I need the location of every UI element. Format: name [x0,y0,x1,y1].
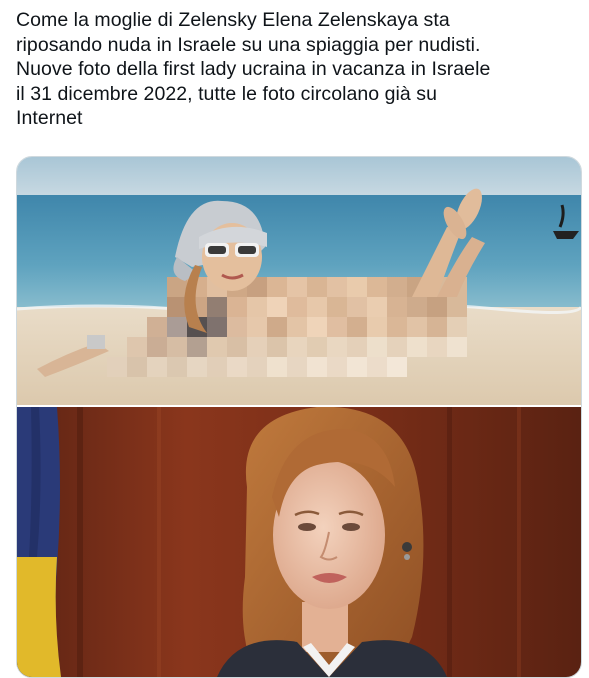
tweet-media-grid [16,156,582,678]
beach-photo[interactable] [17,157,581,405]
flag [17,407,61,677]
portrait-photo[interactable] [17,407,581,677]
tweet-text: Come la moglie di Zelensky Elena Zelensk… [16,9,491,130]
